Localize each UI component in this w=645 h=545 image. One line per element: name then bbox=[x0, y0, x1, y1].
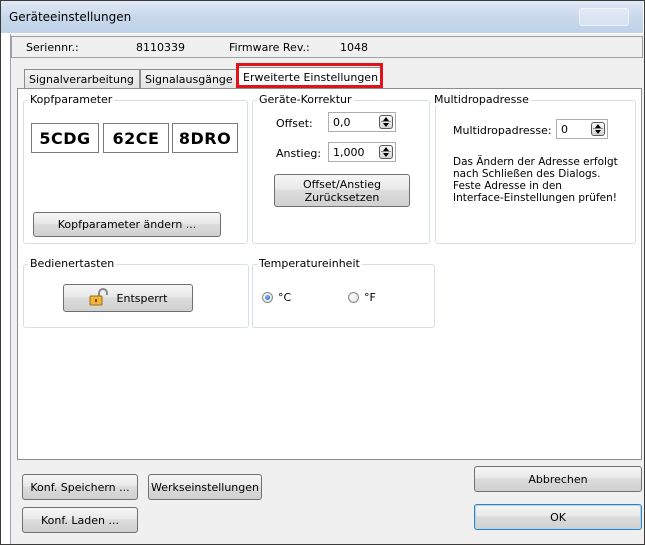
button-label-line1: Offset/Anstieg bbox=[302, 177, 382, 191]
serial-value: 8110339 bbox=[136, 41, 185, 54]
serial-label: Seriennr.: bbox=[26, 41, 79, 54]
cancel-button[interactable]: Abbrechen bbox=[474, 466, 642, 492]
spin-arrows-icon[interactable] bbox=[591, 122, 605, 136]
button-label-line2: Zurücksetzen bbox=[304, 190, 380, 204]
offset-value: 0,0 bbox=[333, 116, 351, 129]
tab-signalausgaenge[interactable]: Signalausgänge bbox=[140, 69, 238, 88]
tab-label: Signalverarbeitung bbox=[29, 73, 134, 86]
padlock-open-icon bbox=[89, 287, 109, 309]
change-head-params-button[interactable]: Kopfparameter ändern ... bbox=[33, 212, 221, 237]
ok-button[interactable]: OK bbox=[474, 504, 642, 530]
button-label: Kopfparameter ändern ... bbox=[57, 218, 197, 231]
device-info-bar bbox=[11, 36, 643, 58]
multidrop-label: Multidropadresse: bbox=[453, 124, 552, 137]
anstieg-value: 1,000 bbox=[333, 146, 365, 159]
annotation-highlight bbox=[236, 63, 383, 88]
group-title: Multidropadresse bbox=[432, 93, 531, 106]
note-line: Feste Adresse in den bbox=[453, 180, 562, 192]
firmware-label: Firmware Rev.: bbox=[229, 41, 310, 54]
head-code-3: 8DRO bbox=[172, 123, 238, 153]
button-label: Werkseinstellungen bbox=[150, 480, 259, 494]
note-line: Interface-Einstellungen prüfen! bbox=[453, 192, 617, 204]
button-label: Entsperrt bbox=[116, 291, 168, 305]
group-title: Kopfparameter bbox=[28, 93, 115, 106]
tab-signalverarbeitung[interactable]: Signalverarbeitung bbox=[24, 69, 140, 88]
multidrop-value: 0 bbox=[561, 123, 568, 136]
title-bar[interactable]: Geräteeinstellungen bbox=[1, 1, 643, 33]
group-title: Temperatureinheit bbox=[257, 257, 362, 270]
factory-settings-button[interactable]: Werkseinstellungen bbox=[148, 474, 262, 500]
save-config-button[interactable]: Konf. Speichern ... bbox=[22, 474, 138, 500]
button-label: Konf. Laden ... bbox=[40, 513, 119, 527]
anstieg-spinbox[interactable]: 1,000 bbox=[328, 142, 396, 162]
multidrop-note: Das Ändern der Adresse erfolgt nach Schl… bbox=[453, 156, 618, 204]
anstieg-label: Anstieg: bbox=[276, 147, 322, 160]
offset-label: Offset: bbox=[276, 117, 313, 130]
group-title: Geräte-Korrektur bbox=[257, 93, 354, 106]
tab-label: Signalausgänge bbox=[145, 73, 233, 86]
group-title: Bedienertasten bbox=[28, 257, 117, 270]
spin-arrows-icon[interactable] bbox=[379, 115, 393, 129]
spin-arrows-icon[interactable] bbox=[379, 145, 393, 159]
load-config-button[interactable]: Konf. Laden ... bbox=[22, 507, 138, 533]
reset-offset-slope-button[interactable]: Offset/Anstieg Zurücksetzen bbox=[274, 174, 410, 207]
radio-celsius[interactable] bbox=[262, 292, 273, 303]
button-label: Konf. Speichern ... bbox=[30, 480, 130, 494]
celsius-label: °C bbox=[278, 291, 292, 304]
firmware-value: 1048 bbox=[340, 41, 368, 54]
window-title: Geräteeinstellungen bbox=[9, 10, 132, 24]
button-label: Abbrechen bbox=[528, 472, 588, 486]
multidrop-spinbox[interactable]: 0 bbox=[556, 119, 608, 139]
radio-fahrenheit[interactable] bbox=[348, 292, 359, 303]
head-code-2: 62CE bbox=[103, 123, 169, 153]
close-icon[interactable] bbox=[579, 8, 629, 26]
note-line: nach Schließen des Dialogs. bbox=[453, 168, 601, 180]
fahrenheit-label: °F bbox=[364, 291, 376, 304]
button-label: OK bbox=[550, 510, 566, 524]
unlock-button[interactable]: Entsperrt bbox=[63, 284, 193, 312]
offset-spinbox[interactable]: 0,0 bbox=[328, 112, 396, 132]
head-code-1: 5CDG bbox=[31, 123, 99, 153]
note-line: Das Ändern der Adresse erfolgt bbox=[453, 156, 618, 168]
